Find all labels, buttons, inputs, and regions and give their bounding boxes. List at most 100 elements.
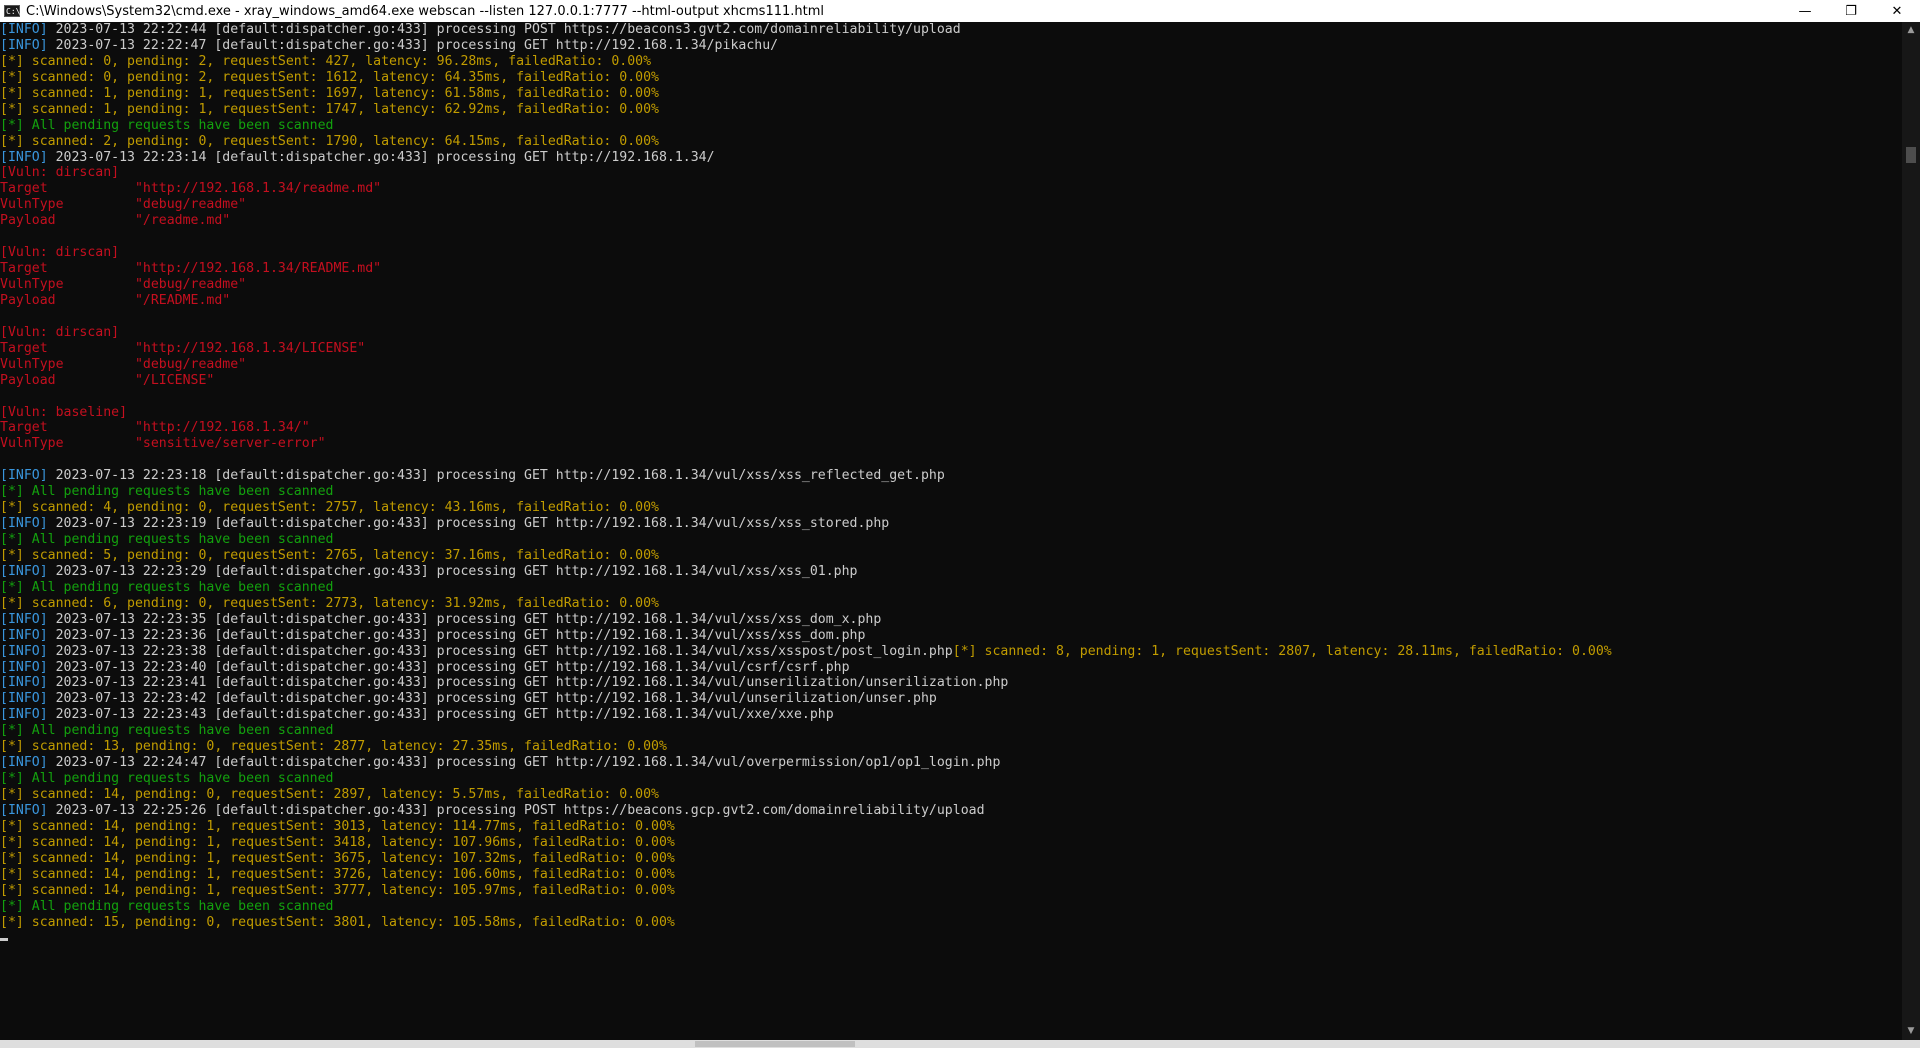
console-line: [INFO] 2023-07-13 22:23:43 [default:disp… bbox=[0, 707, 1902, 723]
console-line: [*] scanned: 0, pending: 2, requestSent:… bbox=[0, 70, 1902, 86]
console-segment: [Vuln: dirscan] bbox=[0, 165, 120, 181]
console-line: Target "http://192.168.1.34/readme.md" bbox=[0, 181, 1902, 197]
console-segment: [*] scanned: 4, pending: 0, requestSent:… bbox=[0, 500, 659, 516]
maximize-button[interactable]: ❐ bbox=[1828, 0, 1874, 22]
console-segment: [INFO] bbox=[0, 802, 48, 818]
console-line: [INFO] 2023-07-13 22:23:36 [default:disp… bbox=[0, 628, 1902, 644]
console-segment: [*] All pending requests have been scann… bbox=[0, 771, 334, 787]
console-segment: Target "http://192.168.1.34/LICENSE" bbox=[0, 340, 366, 356]
console-segment: [INFO] bbox=[0, 563, 48, 579]
console-line: [*] scanned: 14, pending: 1, requestSent… bbox=[0, 851, 1902, 867]
console-segment: [INFO] bbox=[0, 611, 48, 627]
console-segment: VulnType "debug/readme" bbox=[0, 356, 247, 372]
console-segment: [INFO] bbox=[0, 468, 48, 484]
console-segment: Payload "/README.md" bbox=[0, 292, 231, 308]
cmd-window: C:\ C:\Windows\System32\cmd.exe - xray_w… bbox=[0, 0, 1920, 1048]
console-segment: [*] All pending requests have been scann… bbox=[0, 723, 334, 739]
console-line: [*] scanned: 0, pending: 2, requestSent:… bbox=[0, 54, 1902, 70]
console-line: [INFO] 2023-07-13 22:23:18 [default:disp… bbox=[0, 468, 1902, 484]
console-segment: 2023-07-13 22:23:36 [default:dispatcher.… bbox=[47, 627, 866, 643]
console-line: [*] scanned: 14, pending: 1, requestSent… bbox=[0, 867, 1902, 883]
console-segment: [Vuln: dirscan] bbox=[0, 324, 120, 340]
prompt-line[interactable] bbox=[0, 930, 1902, 946]
console-line: [*] All pending requests have been scann… bbox=[0, 771, 1902, 787]
console-segment: VulnType "debug/readme" bbox=[0, 197, 247, 213]
scroll-down-icon[interactable]: ▼ bbox=[1902, 1023, 1920, 1040]
console-line: Payload "/readme.md" bbox=[0, 213, 1902, 229]
window-title: C:\Windows\System32\cmd.exe - xray_windo… bbox=[26, 3, 825, 19]
console-segment: 2023-07-13 22:23:43 [default:dispatcher.… bbox=[47, 707, 834, 723]
console-segment: [*] scanned: 5, pending: 0, requestSent:… bbox=[0, 547, 659, 563]
console-line: [INFO] 2023-07-13 22:24:47 [default:disp… bbox=[0, 755, 1902, 771]
console-line: [Vuln: dirscan] bbox=[0, 165, 1902, 181]
console-segment: [INFO] bbox=[0, 691, 48, 707]
console-line: [INFO] 2023-07-13 22:23:38 [default:disp… bbox=[0, 644, 1902, 660]
console-line: [INFO] 2023-07-13 22:23:41 [default:disp… bbox=[0, 675, 1902, 691]
console-line: [*] scanned: 14, pending: 1, requestSent… bbox=[0, 835, 1902, 851]
console-line: [*] All pending requests have been scann… bbox=[0, 118, 1902, 134]
console-segment: 2023-07-13 22:23:38 [default:dispatcher.… bbox=[47, 643, 953, 659]
console-line: VulnType "sensitive/server-error" bbox=[0, 436, 1902, 452]
horizontal-scroll-thumb[interactable] bbox=[695, 1041, 855, 1047]
horizontal-scrollbar[interactable] bbox=[0, 1040, 1920, 1048]
console-line: Target "http://192.168.1.34/README.md" bbox=[0, 261, 1902, 277]
close-button[interactable]: ✕ bbox=[1874, 0, 1920, 22]
text-cursor bbox=[0, 938, 8, 942]
console-segment: 2023-07-13 22:23:29 [default:dispatcher.… bbox=[47, 563, 858, 579]
console-segment: [*] All pending requests have been scann… bbox=[0, 532, 334, 547]
console-segment: [INFO] bbox=[0, 149, 48, 165]
console-line: [Vuln: dirscan] bbox=[0, 245, 1902, 261]
cmd-icon: C:\ bbox=[4, 5, 21, 17]
console-line: [*] scanned: 14, pending: 1, requestSent… bbox=[0, 819, 1902, 835]
console-line: [*] All pending requests have been scann… bbox=[0, 580, 1902, 596]
console-segment: Target "http://192.168.1.34/README.md" bbox=[0, 261, 382, 277]
console-line: [*] All pending requests have been scann… bbox=[0, 723, 1902, 739]
console-line: Payload "/LICENSE" bbox=[0, 373, 1902, 389]
console-line: [*] scanned: 1, pending: 1, requestSent:… bbox=[0, 102, 1902, 118]
console-segment: [*] scanned: 0, pending: 2, requestSent:… bbox=[0, 53, 652, 69]
console-line: [*] scanned: 14, pending: 1, requestSent… bbox=[0, 883, 1902, 899]
console-segment: 2023-07-13 22:23:19 [default:dispatcher.… bbox=[47, 516, 890, 532]
console-line: [INFO] 2023-07-13 22:22:44 [default:disp… bbox=[0, 22, 1902, 38]
console-segment: [*] scanned: 0, pending: 2, requestSent:… bbox=[0, 69, 659, 85]
console-segment: [*] scanned: 14, pending: 1, requestSent… bbox=[0, 882, 675, 898]
scroll-up-icon[interactable]: ▲ bbox=[1902, 22, 1920, 39]
console-segment: [INFO] bbox=[0, 755, 48, 771]
console-segment: 2023-07-13 22:23:18 [default:dispatcher.… bbox=[47, 468, 945, 484]
minimize-button[interactable]: — bbox=[1782, 0, 1828, 22]
console-segment: [INFO] bbox=[0, 707, 48, 723]
console-segment: [*] scanned: 6, pending: 0, requestSent:… bbox=[0, 595, 659, 611]
console-line: [INFO] 2023-07-13 22:22:47 [default:disp… bbox=[0, 38, 1902, 54]
console-segment: [Vuln: dirscan] bbox=[0, 245, 120, 261]
console-output[interactable]: [INFO] 2023-07-13 22:22:44 [default:disp… bbox=[0, 22, 1902, 1040]
console-segment: 2023-07-13 22:24:47 [default:dispatcher.… bbox=[47, 755, 1001, 771]
console-line: Target "http://192.168.1.34/" bbox=[0, 420, 1902, 436]
console-line: [INFO] 2023-07-13 22:25:26 [default:disp… bbox=[0, 803, 1902, 819]
console-line: [INFO] 2023-07-13 22:23:14 [default:disp… bbox=[0, 150, 1902, 166]
console-segment: [*] scanned: 14, pending: 0, requestSent… bbox=[0, 787, 659, 802]
console-line: [*] scanned: 15, pending: 0, requestSent… bbox=[0, 915, 1902, 931]
console-segment: [*] All pending requests have been scann… bbox=[0, 117, 334, 133]
console-line: VulnType "debug/readme" bbox=[0, 197, 1902, 213]
console-segment: Payload "/LICENSE" bbox=[0, 372, 215, 388]
console-segment: [INFO] bbox=[0, 516, 48, 532]
console-line: VulnType "debug/readme" bbox=[0, 277, 1902, 293]
console-segment: [INFO] bbox=[0, 627, 48, 643]
console-line: [*] scanned: 5, pending: 0, requestSent:… bbox=[0, 548, 1902, 564]
console-line: VulnType "debug/readme" bbox=[0, 357, 1902, 373]
console-line: [INFO] 2023-07-13 22:23:35 [default:disp… bbox=[0, 612, 1902, 628]
console-segment: [*] scanned: 1, pending: 1, requestSent:… bbox=[0, 101, 659, 117]
scroll-thumb[interactable] bbox=[1906, 147, 1916, 163]
console-line: [*] scanned: 1, pending: 1, requestSent:… bbox=[0, 86, 1902, 102]
title-bar[interactable]: C:\ C:\Windows\System32\cmd.exe - xray_w… bbox=[0, 0, 1920, 22]
console-segment: VulnType "sensitive/server-error" bbox=[0, 436, 326, 452]
console-line: [*] scanned: 14, pending: 0, requestSent… bbox=[0, 787, 1902, 803]
console-segment: 2023-07-13 22:23:42 [default:dispatcher.… bbox=[47, 691, 937, 707]
console-segment: [*] scanned: 1, pending: 1, requestSent:… bbox=[0, 85, 659, 101]
vertical-scrollbar[interactable]: ▲ ▼ bbox=[1902, 22, 1920, 1040]
console-segment: 2023-07-13 22:23:41 [default:dispatcher.… bbox=[47, 675, 1009, 691]
console-segment: 2023-07-13 22:25:26 [default:dispatcher.… bbox=[47, 802, 985, 818]
